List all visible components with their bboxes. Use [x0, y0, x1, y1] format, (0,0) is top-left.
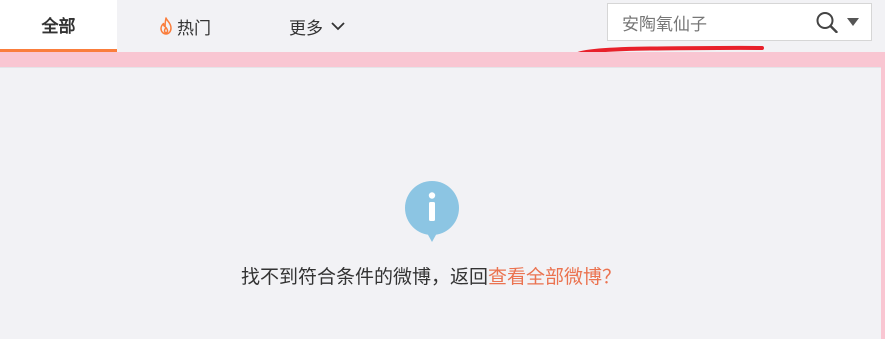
- tab-more[interactable]: 更多: [289, 0, 345, 52]
- tab-more-label: 更多: [289, 18, 323, 39]
- caret-down-icon[interactable]: [847, 18, 859, 26]
- chevron-down-icon: [331, 22, 345, 31]
- view-all-weibo-link[interactable]: 查看全部微博: [488, 266, 602, 288]
- info-icon: [405, 181, 459, 242]
- flame-icon: [160, 17, 172, 35]
- pink-right-edge: [881, 52, 885, 339]
- tab-all-label: 全部: [41, 17, 76, 37]
- empty-message-suffix: ？: [602, 266, 622, 288]
- tab-hot[interactable]: 热门: [158, 0, 211, 52]
- search-icon[interactable]: [815, 11, 839, 33]
- search-input[interactable]: [608, 4, 808, 40]
- empty-message: 找不到符合条件的微博，返回查看全部微博？: [0, 262, 862, 289]
- search-box: [607, 3, 872, 41]
- empty-message-text: 找不到符合条件的微博，返回: [240, 266, 488, 288]
- pink-highlight-strip: [0, 52, 885, 68]
- tab-all[interactable]: 全部: [0, 0, 117, 52]
- tab-hot-label: 热门: [177, 18, 211, 39]
